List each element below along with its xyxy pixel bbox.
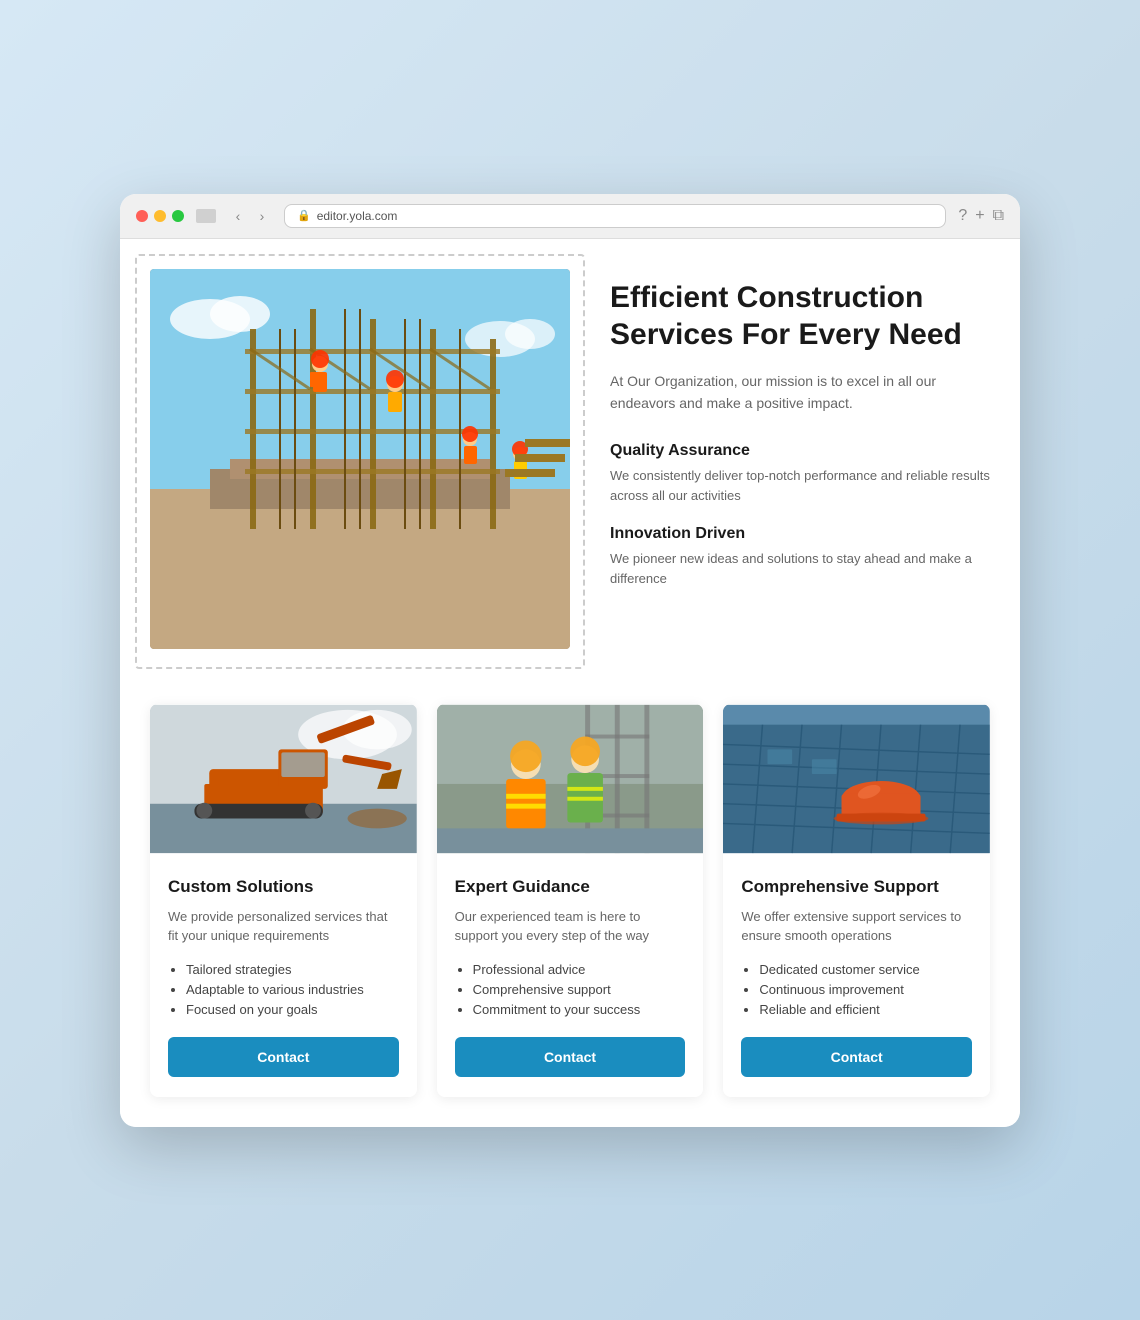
browser-toolbar: ‹ › 🔒 editor.yola.com ? + ⧉ [120,194,1020,239]
list-item: Reliable and efficient [759,1002,972,1017]
toolbar-actions: ? + ⧉ [958,207,1004,225]
list-item: Comprehensive support [473,982,686,997]
card-expert-guidance-title: Expert Guidance [455,877,686,897]
hero-image [150,269,570,649]
hero-title: Efficient Construction Services For Ever… [610,279,990,354]
close-button[interactable] [136,210,148,222]
card-custom-solutions-list: Tailored strategies Adaptable to various… [168,962,399,1017]
hero-section: Efficient Construction Services For Ever… [150,269,990,654]
hero-image-wrapper [150,269,570,654]
list-item: Commitment to your success [473,1002,686,1017]
card-comprehensive-support-title: Comprehensive Support [741,877,972,897]
list-item: Focused on your goals [186,1002,399,1017]
lock-icon: 🔒 [297,209,311,222]
card-comprehensive-support-image [723,704,990,854]
list-item: Tailored strategies [186,962,399,977]
hero-text: Efficient Construction Services For Ever… [610,269,990,609]
card-comprehensive-support-desc: We offer extensive support services to e… [741,907,972,946]
card-custom-solutions-body: Custom Solutions We provide personalized… [150,859,417,1097]
cards-section: Custom Solutions We provide personalized… [150,704,990,1097]
help-icon[interactable]: ? [958,207,967,225]
card-expert-guidance-image [437,704,704,854]
add-icon[interactable]: + [975,207,984,225]
card-expert-guidance-body: Expert Guidance Our experienced team is … [437,859,704,1097]
browser-content: Efficient Construction Services For Ever… [120,239,1020,1127]
feature-innovation: Innovation Driven We pioneer new ideas a… [610,525,990,588]
url-text: editor.yola.com [317,209,398,223]
card-custom-solutions-contact-button[interactable]: Contact [168,1037,399,1077]
address-bar[interactable]: 🔒 editor.yola.com [284,204,946,228]
traffic-lights [136,210,184,222]
feature-quality-title: Quality Assurance [610,442,990,460]
feature-innovation-title: Innovation Driven [610,525,990,543]
list-item: Dedicated customer service [759,962,972,977]
hero-description: At Our Organization, our mission is to e… [610,370,990,415]
minimize-button[interactable] [154,210,166,222]
extensions-icon[interactable]: ⧉ [993,207,1004,225]
card-custom-solutions: Custom Solutions We provide personalized… [150,704,417,1097]
card-expert-guidance-contact-button[interactable]: Contact [455,1037,686,1077]
list-item: Professional advice [473,962,686,977]
nav-buttons: ‹ › [228,206,272,226]
maximize-button[interactable] [172,210,184,222]
feature-innovation-desc: We pioneer new ideas and solutions to st… [610,549,990,588]
card-custom-solutions-title: Custom Solutions [168,877,399,897]
back-button[interactable]: ‹ [228,206,248,226]
browser-window: ‹ › 🔒 editor.yola.com ? + ⧉ [120,194,1020,1127]
card-expert-guidance-list: Professional advice Comprehensive suppor… [455,962,686,1017]
card-custom-solutions-desc: We provide personalized services that fi… [168,907,399,946]
card-comprehensive-support-list: Dedicated customer service Continuous im… [741,962,972,1017]
forward-button[interactable]: › [252,206,272,226]
card-expert-guidance-desc: Our experienced team is here to support … [455,907,686,946]
sidebar-toggle-icon[interactable] [196,209,216,223]
card-comprehensive-support: Comprehensive Support We offer extensive… [723,704,990,1097]
feature-quality-desc: We consistently deliver top-notch perfor… [610,466,990,505]
card-custom-solutions-image [150,704,417,854]
feature-quality: Quality Assurance We consistently delive… [610,442,990,505]
card-expert-guidance: Expert Guidance Our experienced team is … [437,704,704,1097]
card-comprehensive-support-body: Comprehensive Support We offer extensive… [723,859,990,1097]
list-item: Continuous improvement [759,982,972,997]
list-item: Adaptable to various industries [186,982,399,997]
card-comprehensive-support-contact-button[interactable]: Contact [741,1037,972,1077]
